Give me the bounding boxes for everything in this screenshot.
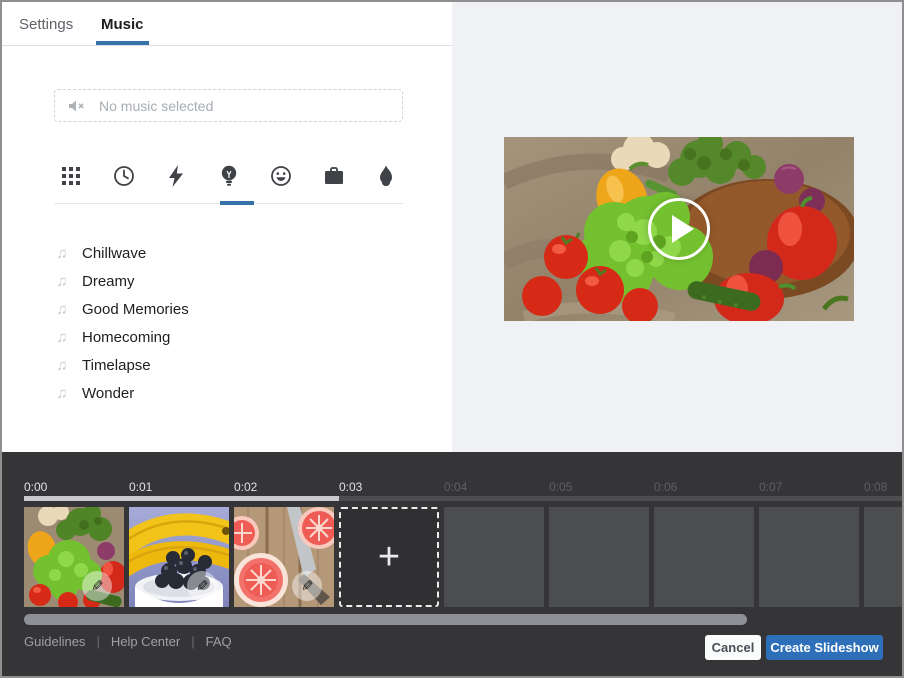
pencil-icon: ✎ [301,577,314,595]
track-label: Dreamy [82,273,135,290]
muted-speaker-icon [68,99,86,113]
music-note-icon: ♫ [54,357,70,374]
tab-music[interactable]: Music [101,16,144,33]
timeline-tick: 0:03 [339,480,362,494]
track-label: Homecoming [82,329,170,346]
create-slideshow-dialog: Settings Music No music selected [0,0,904,678]
music-track-dreamy[interactable]: ♫ Dreamy [54,267,354,295]
timeline-tick: 0:08 [864,480,887,494]
timeline-tick: 0:02 [234,480,257,494]
music-note-icon: ♫ [54,245,70,262]
category-bolt-icon[interactable] [159,159,193,193]
timeline-tick: 0:05 [549,480,572,494]
track-label: Wonder [82,385,134,402]
music-track-wonder[interactable]: ♫ Wonder [54,379,354,407]
create-slideshow-button[interactable]: Create Slideshow [766,635,883,660]
pencil-icon: ✎ [91,577,104,595]
edit-slide-button[interactable]: ✎ [292,571,322,601]
timeline-tick: 0:07 [759,480,782,494]
timeline-track-remaining [339,496,904,501]
music-track-homecoming[interactable]: ♫ Homecoming [54,323,354,351]
timeline-tick: 0:04 [444,480,467,494]
music-track-good-memories[interactable]: ♫ Good Memories [54,295,354,323]
no-music-selected-box: No music selected [54,89,403,122]
cancel-button[interactable]: Cancel [705,635,761,660]
empty-slide-slot [864,507,904,607]
music-note-icon: ♫ [54,385,70,402]
edit-slide-button[interactable]: ✎ [82,571,112,601]
empty-slide-slot [549,507,649,607]
tab-settings[interactable]: Settings [19,16,73,33]
add-photo-tile[interactable]: + [339,507,439,607]
music-track-chillwave[interactable]: ♫ Chillwave [54,239,354,267]
tab-bar: Settings Music [2,2,452,46]
track-label: Good Memories [82,301,189,318]
timeline-scrollbar[interactable] [24,614,747,625]
help-center-link[interactable]: Help Center [111,634,180,649]
play-button[interactable] [648,198,710,260]
music-track-timelapse[interactable]: ♫ Timelapse [54,351,354,379]
music-category-tabs [54,152,403,200]
active-tab-underline [96,41,149,45]
selected-category-underline [220,201,254,205]
timeline-tick: 0:00 [24,480,47,494]
timeline-track-filled [24,496,339,501]
empty-slide-slot [444,507,544,607]
category-flame-icon[interactable] [369,159,403,193]
link-separator: | [191,634,194,649]
pencil-icon: ✎ [196,577,209,595]
track-label: Chillwave [82,245,146,262]
guidelines-link[interactable]: Guidelines [24,634,85,649]
no-music-placeholder: No music selected [99,98,213,114]
edit-slide-button[interactable]: ✎ [187,571,217,601]
music-note-icon: ♫ [54,273,70,290]
faq-link[interactable]: FAQ [206,634,232,649]
music-settings-panel: Settings Music No music selected [2,2,452,452]
play-icon [672,215,694,243]
music-note-icon: ♫ [54,329,70,346]
music-note-icon: ♫ [54,301,70,318]
slide-thumbnail-bananas-blueberries[interactable]: ✎ [129,507,229,607]
category-lightbulb-icon[interactable] [212,159,246,193]
category-grid-icon[interactable] [54,159,88,193]
timeline-panel: 0:00 0:01 0:02 0:03 0:04 0:05 0:06 0:07 … [2,452,904,678]
timeline-tick: 0:06 [654,480,677,494]
video-preview[interactable] [504,137,854,321]
timeline-tick: 0:01 [129,480,152,494]
empty-slide-slot [759,507,859,607]
empty-slide-slot [654,507,754,607]
plus-icon: + [378,538,400,576]
footer-links: Guidelines | Help Center | FAQ [24,634,232,649]
link-separator: | [96,634,99,649]
slide-thumbnail-grapefruit[interactable]: ✎ [234,507,334,607]
preview-panel [452,2,904,452]
slide-thumbnail-vegetables[interactable]: ✎ [24,507,124,607]
category-smiley-icon[interactable] [264,159,298,193]
category-briefcase-icon[interactable] [317,159,351,193]
category-clock-icon[interactable] [107,159,141,193]
track-label: Timelapse [82,357,151,374]
